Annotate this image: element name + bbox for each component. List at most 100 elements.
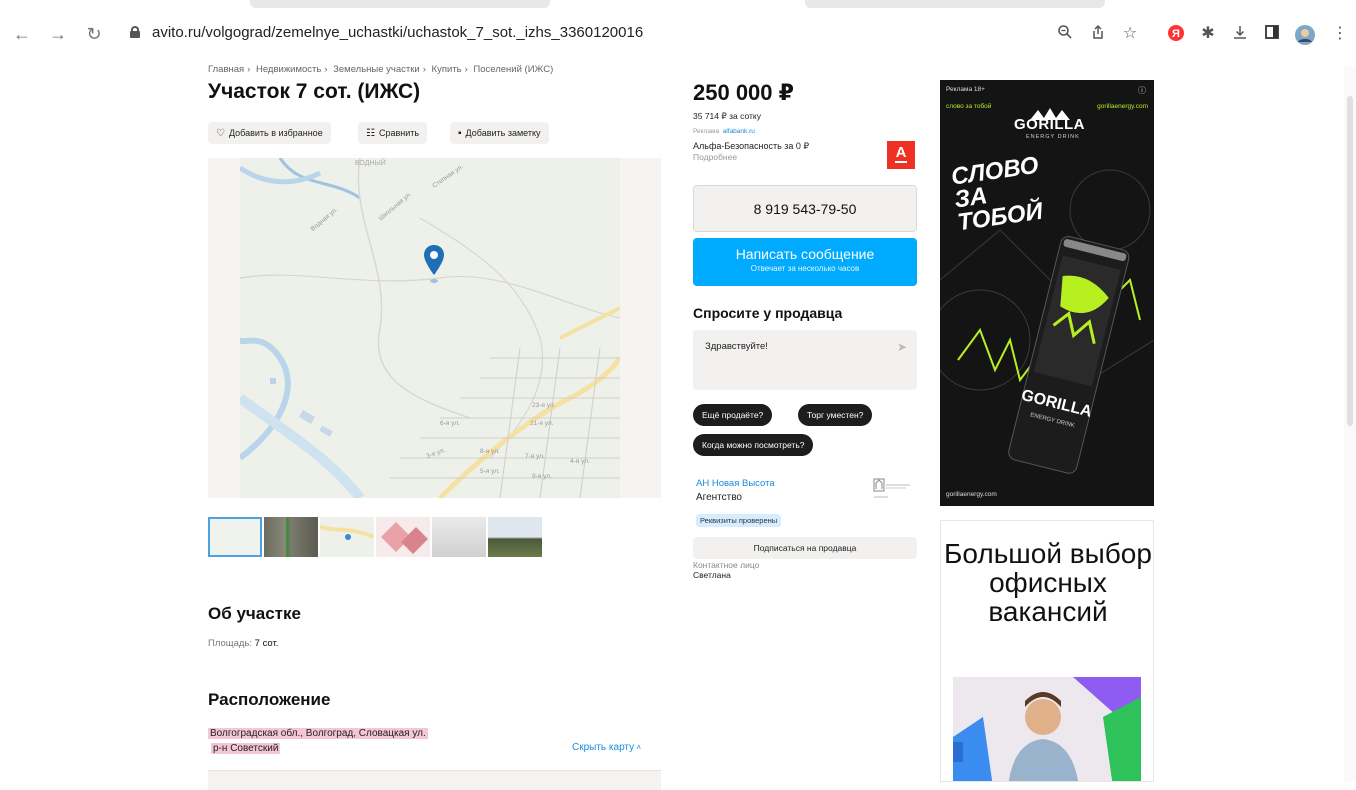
ask-seller-heading: Спросите у продавца	[693, 305, 843, 321]
listing-map[interactable]: ВОДНЫЙ Водная ул. Школьная ул. Степная у…	[208, 158, 661, 498]
address: Волгоградская обл., Волгоград, Словацкая…	[208, 726, 428, 756]
address-line: Волгоградская обл., Волгоград, Словацкая…	[208, 728, 428, 739]
price-per-sotka: 35 714 ₽ за сотку	[693, 111, 761, 121]
info-icon[interactable]: ⓘ	[1138, 85, 1146, 96]
area-row: Площадь: 7 сот.	[208, 638, 278, 649]
promo-more-link[interactable]: Подробнее	[693, 152, 737, 162]
response-time: Отвечает за несколько часов	[750, 264, 860, 273]
share-icon[interactable]	[1088, 24, 1108, 44]
ad-site: gorillaenergy.com	[1097, 103, 1148, 110]
lock-icon[interactable]	[130, 26, 140, 38]
thumbnail[interactable]	[208, 517, 262, 557]
breadcrumb-link[interactable]: Купить	[432, 64, 462, 75]
ad-jobs-photo	[953, 677, 1141, 781]
promo-label: Реклама alfabank.ru	[693, 128, 755, 135]
hide-map-link[interactable]: Скрыть карту ˄	[572, 742, 641, 753]
address-bar[interactable]: avito.ru/volgograd/zemelnye_uchastki/uch…	[120, 16, 1340, 50]
ad-brand: GORILLA	[1014, 116, 1085, 133]
area-label: Площадь:	[208, 638, 252, 649]
seller-logo[interactable]	[872, 477, 912, 507]
alfa-logo[interactable]: А	[887, 141, 915, 169]
breadcrumb: Главная › Недвижимость › Земельные участки…	[208, 64, 554, 75]
menu-icon[interactable]: ⋮	[1330, 24, 1350, 44]
write-message-label: Написать сообщение	[735, 246, 875, 262]
map-pin-icon[interactable]	[423, 244, 445, 289]
scrollbar-thumb[interactable]	[1347, 96, 1353, 426]
tab[interactable]	[250, 0, 550, 8]
area-value: 7 сот.	[254, 638, 279, 649]
map-label: 7-я ул.	[525, 453, 545, 460]
district: р-н Советский	[211, 743, 281, 754]
reload-icon[interactable]: ↻	[84, 24, 104, 44]
ad-footer: gorillaenergy.com	[946, 491, 997, 498]
breadcrumb-link[interactable]: Поселений (ИЖС)	[473, 64, 553, 75]
map-label: 9-я ул.	[532, 473, 552, 480]
chevron-up-icon: ˄	[634, 743, 642, 752]
map-label: 21-я ул.	[530, 420, 554, 427]
sidepanel-icon[interactable]	[1262, 24, 1282, 44]
compare-button[interactable]: ☷ Сравнить	[358, 122, 428, 144]
add-to-favorites-button[interactable]: ♡ Добавить в избранное	[208, 122, 331, 144]
map-roads	[237, 158, 623, 498]
scrollbar[interactable]	[1344, 66, 1356, 782]
contact-name: Светлана	[693, 570, 731, 580]
ask-seller-input[interactable]: Здравствуйте! ➤	[693, 330, 917, 390]
url-text[interactable]: avito.ru/volgograd/zemelnye_uchastki/uch…	[152, 24, 643, 41]
map-label: 23-я ул.	[532, 402, 556, 409]
note-icon: ▪	[458, 128, 462, 139]
forward-icon[interactable]: →	[48, 24, 68, 44]
quick-question-chip[interactable]: Когда можно посмотреть?	[693, 434, 814, 456]
extensions-icon[interactable]: ✱	[1198, 24, 1218, 44]
note-label: Добавить заметку	[465, 128, 541, 138]
map-label: 8-я ул.	[480, 448, 500, 455]
map-canvas[interactable]: ВОДНЫЙ Водная ул. Школьная ул. Степная у…	[237, 158, 623, 498]
avatar[interactable]	[1294, 24, 1315, 45]
hide-map-label: Скрыть карту	[572, 742, 635, 753]
tab[interactable]	[805, 0, 1105, 8]
show-phone-button[interactable]: 8 919 543-79-50	[693, 185, 917, 232]
seller-type: Агентство	[696, 492, 742, 503]
ask-seller-text[interactable]: Здравствуйте!	[705, 341, 768, 352]
page-title: Участок 7 сот. (ИЖС)	[208, 80, 421, 103]
compare-icon: ☷	[366, 128, 375, 139]
breadcrumb-link[interactable]: Земельные участки	[333, 64, 420, 75]
add-note-button[interactable]: ▪ Добавить заметку	[450, 122, 549, 144]
quick-question-chip[interactable]: Торг уместен?	[798, 404, 873, 426]
about-heading: Об участке	[208, 604, 301, 623]
price: 250 000 ₽	[693, 80, 794, 105]
location-map[interactable]	[208, 770, 661, 790]
subscribe-button[interactable]: Подписаться на продавца	[693, 537, 917, 559]
verified-badge[interactable]: Реквизиты проверены	[696, 514, 782, 527]
breadcrumb-link[interactable]: Главная	[208, 64, 244, 75]
ad-brand-sub: ENERGY DRINK	[1026, 134, 1080, 140]
contact-label: Контактное лицо	[693, 560, 760, 570]
send-icon[interactable]: ➤	[897, 340, 907, 354]
yandex-icon[interactable]: Я	[1166, 24, 1186, 44]
banner-ad-jobs[interactable]: Большой выбор офисных вакансий	[940, 520, 1154, 782]
ad-tag: Реклама 18+	[946, 86, 985, 93]
location-heading: Расположение	[208, 690, 331, 709]
write-message-button[interactable]: Написать сообщение Отвечает за несколько…	[693, 238, 917, 286]
breadcrumb-link[interactable]: Недвижимость	[256, 64, 321, 75]
thumbnail[interactable]	[264, 517, 318, 557]
compare-label: Сравнить	[378, 128, 420, 138]
map-label: ВОДНЫЙ	[355, 160, 386, 167]
back-icon[interactable]: ←	[12, 24, 32, 44]
download-icon[interactable]	[1230, 24, 1250, 44]
star-icon[interactable]: ☆	[1120, 24, 1140, 44]
thumbnail[interactable]	[376, 517, 430, 557]
promo-tag: Реклама	[693, 128, 720, 135]
thumbnail[interactable]	[319, 517, 375, 557]
browser-toolbar: ← → ↻ avito.ru/volgograd/zemelnye_uchast…	[0, 0, 1356, 66]
promo-site[interactable]: alfabank.ru	[723, 128, 755, 135]
promo-title[interactable]: Альфа-Безопасность за 0 ₽	[693, 141, 809, 152]
thumbnail[interactable]	[488, 517, 542, 557]
banner-ad-gorilla[interactable]: GORILLA ENERGY DRINK Реклама 18+ ⓘ слово…	[940, 80, 1154, 506]
thumbnail[interactable]	[432, 517, 486, 557]
ad-artwork: GORILLA ENERGY DRINK	[940, 108, 1154, 474]
map-label: 6-я ул.	[440, 420, 460, 427]
seller-name-link[interactable]: АН Новая Высота	[696, 478, 775, 489]
zoom-icon[interactable]	[1055, 24, 1075, 44]
quick-question-chip[interactable]: Ещё продаёте?	[693, 404, 773, 426]
map-label: 4-я ул.	[570, 458, 590, 465]
